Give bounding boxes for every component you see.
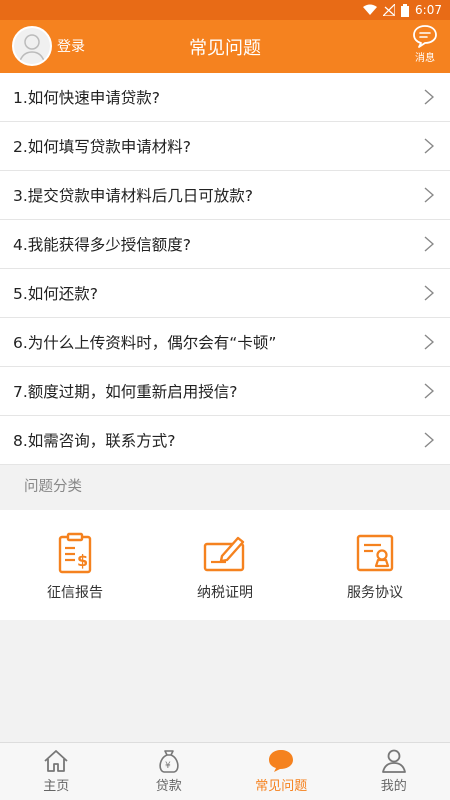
faq-item[interactable]: 3.提交贷款申请材料后几日可放款?	[0, 171, 450, 220]
faq-item-label: 6.为什么上传资料时，偶尔会有“卡顿”	[13, 334, 277, 352]
category-tax-certificate[interactable]: 纳税证明	[150, 510, 300, 620]
battery-icon	[401, 3, 410, 17]
wifi-icon	[363, 4, 378, 15]
faq-item-label: 5.如何还款?	[13, 285, 99, 303]
tab-mine[interactable]: 我的	[338, 743, 450, 800]
credit-report-icon: $	[58, 532, 92, 574]
faq-item[interactable]: 2.如何填写贷款申请材料?	[0, 122, 450, 171]
message-label: 消息	[415, 53, 435, 64]
faq-item-label: 1.如何快速申请贷款?	[13, 89, 161, 107]
tab-home[interactable]: 主页	[0, 743, 113, 800]
chevron-right-icon	[424, 138, 434, 154]
tax-certificate-icon	[203, 536, 245, 572]
signal-icon	[383, 4, 396, 16]
faq-item[interactable]: 4.我能获得多少授信额度?	[0, 220, 450, 269]
money-bag-icon: ¥	[159, 750, 179, 773]
status-time: 6:07	[415, 3, 442, 17]
faq-item-label: 3.提交贷款申请材料后几日可放款?	[13, 187, 254, 205]
tab-label: 主页	[43, 779, 70, 794]
chevron-right-icon	[424, 236, 434, 252]
category-grid: $ 征信报告 纳税证明 服务协议	[0, 510, 450, 620]
page-title: 常见问题	[189, 38, 261, 59]
svg-text:$: $	[77, 551, 88, 570]
home-icon	[44, 750, 68, 772]
faq-item[interactable]: 6.为什么上传资料时，偶尔会有“卡顿”	[0, 318, 450, 367]
faq-list: 1.如何快速申请贷款? 2.如何填写贷款申请材料? 3.提交贷款申请材料后几日可…	[0, 73, 450, 465]
chevron-right-icon	[424, 383, 434, 399]
chevron-right-icon	[424, 285, 434, 301]
category-section-title: 问题分类	[0, 465, 450, 510]
chat-bubble-icon	[269, 750, 294, 772]
tab-loan[interactable]: ¥ 贷款	[113, 743, 226, 800]
faq-item-label: 2.如何填写贷款申请材料?	[13, 138, 192, 156]
svg-text:¥: ¥	[165, 761, 171, 771]
faq-item[interactable]: 8.如需咨询，联系方式?	[0, 416, 450, 465]
tab-label: 我的	[380, 779, 407, 794]
chevron-right-icon	[424, 89, 434, 105]
tab-label: 常见问题	[255, 779, 308, 794]
faq-item[interactable]: 7.额度过期，如何重新启用授信?	[0, 367, 450, 416]
message-button[interactable]: 消息	[410, 24, 440, 64]
faq-item-label: 7.额度过期，如何重新启用授信?	[13, 383, 238, 401]
chevron-right-icon	[424, 432, 434, 448]
message-icon	[413, 25, 437, 48]
category-label: 服务协议	[347, 585, 403, 601]
faq-item-label: 4.我能获得多少授信额度?	[13, 236, 192, 254]
status-bar: 6:07	[0, 0, 450, 20]
category-credit-report[interactable]: $ 征信报告	[0, 510, 150, 620]
faq-item-label: 8.如需咨询，联系方式?	[13, 432, 176, 450]
app-header: 登录 常见问题 消息	[0, 20, 450, 73]
chevron-right-icon	[424, 334, 434, 350]
category-service-agreement[interactable]: 服务协议	[300, 510, 450, 620]
tab-label: 贷款	[155, 779, 182, 794]
bottom-tab-bar: 主页 ¥ 贷款 常见问题 我的	[0, 742, 450, 800]
faq-item[interactable]: 1.如何快速申请贷款?	[0, 73, 450, 122]
faq-item[interactable]: 5.如何还款?	[0, 269, 450, 318]
category-label: 征信报告	[47, 585, 103, 601]
person-icon	[381, 749, 406, 773]
tab-faq[interactable]: 常见问题	[225, 743, 338, 800]
service-agreement-icon	[356, 534, 394, 572]
category-label: 纳税证明	[197, 585, 253, 601]
chevron-right-icon	[424, 187, 434, 203]
